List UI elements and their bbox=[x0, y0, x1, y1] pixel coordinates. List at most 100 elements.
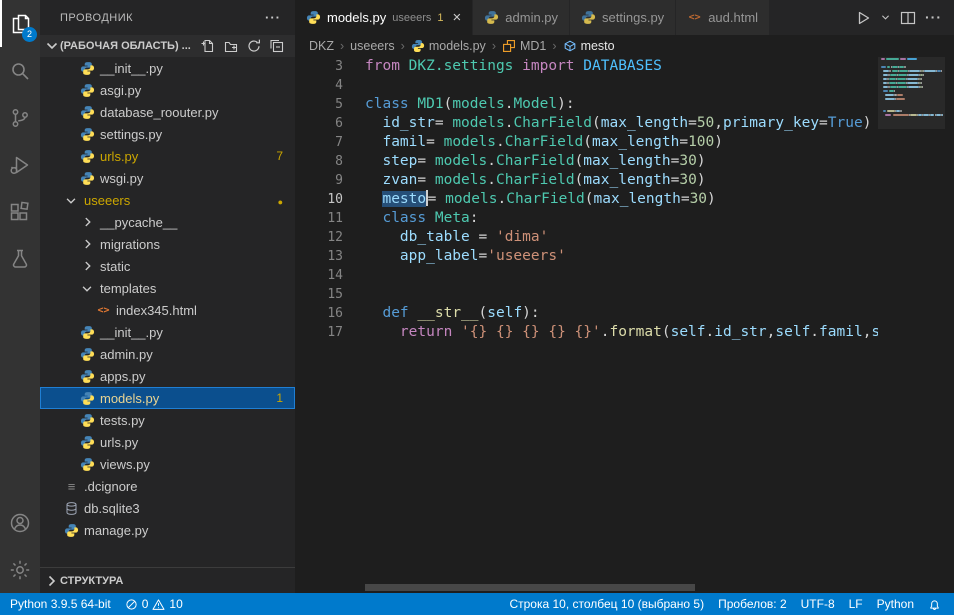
code-line-6[interactable]: 6 id_str= models.CharField(max_length=50… bbox=[295, 114, 878, 133]
tab-label: aud.html bbox=[708, 10, 758, 25]
tree-item-urls-py[interactable]: urls.py bbox=[40, 431, 295, 453]
item-label: __pycache__ bbox=[100, 215, 177, 230]
breadcrumb-mesto[interactable]: mesto bbox=[563, 39, 615, 53]
tree-item-static[interactable]: static bbox=[40, 255, 295, 277]
encoding-status[interactable]: UTF-8 bbox=[794, 593, 842, 615]
tree-item-migrations[interactable]: migrations bbox=[40, 233, 295, 255]
code-line-15[interactable]: 15 bbox=[295, 285, 878, 304]
chevron-right-icon bbox=[44, 573, 60, 589]
workspace-section-header[interactable]: (РАБОЧАЯ ОБЛАСТЬ) ... bbox=[40, 35, 295, 57]
python-interpreter-status[interactable]: Python 3.9.5 64-bit bbox=[0, 593, 118, 615]
code-line-8[interactable]: 8 step= models.CharField(max_length=30) bbox=[295, 152, 878, 171]
error-icon bbox=[125, 598, 138, 611]
split-editor-icon bbox=[900, 10, 916, 26]
code-line-7[interactable]: 7 famil= models.CharField(max_length=100… bbox=[295, 133, 878, 152]
tree-item-dcignore[interactable]: ≡ .dcignore bbox=[40, 475, 295, 497]
breadcrumb-label: useeers bbox=[350, 39, 394, 53]
breadcrumb-md1[interactable]: MD1 bbox=[502, 39, 546, 53]
split-editor-button[interactable] bbox=[900, 10, 916, 26]
notifications-status[interactable] bbox=[921, 593, 948, 615]
problems-indicator[interactable]: 010 bbox=[118, 593, 190, 615]
activity-testing-button[interactable] bbox=[0, 235, 40, 282]
tree-item-templates[interactable]: templates bbox=[40, 277, 295, 299]
tree-item-apps-py[interactable]: apps.py bbox=[40, 365, 295, 387]
code-line-12[interactable]: 12 db_table = 'dima' bbox=[295, 228, 878, 247]
tab-settings-py[interactable]: settings.py bbox=[570, 0, 676, 35]
tree-item-index345-html[interactable]: <>index345.html bbox=[40, 299, 295, 321]
eol-status[interactable]: LF bbox=[842, 593, 870, 615]
tree-item-views-py[interactable]: views.py bbox=[40, 453, 295, 475]
explorer-more-actions-button[interactable]: ··· bbox=[265, 10, 281, 25]
more-actions-button[interactable]: ··· bbox=[925, 9, 942, 27]
code-line-3[interactable]: 3from DKZ.settings import DATABASES bbox=[295, 57, 878, 76]
minimap[interactable] bbox=[878, 57, 945, 593]
activity-account-button[interactable] bbox=[0, 499, 40, 546]
tree-item-useeers[interactable]: useeers● bbox=[40, 189, 295, 211]
item-label: templates bbox=[100, 281, 156, 296]
python-icon bbox=[80, 61, 95, 76]
chevron-down-icon bbox=[80, 281, 95, 296]
tree-item-settings-py[interactable]: settings.py bbox=[40, 123, 295, 145]
close-tab-icon[interactable]: × bbox=[453, 10, 462, 25]
cursor-position-status[interactable]: Строка 10, столбец 10 (выбрано 5) bbox=[499, 593, 711, 615]
code-line-5[interactable]: 5class MD1(models.Model): bbox=[295, 95, 878, 114]
tree-item-urls-py[interactable]: urls.py7 bbox=[40, 145, 295, 167]
tree-item-models-py[interactable]: models.py1 bbox=[40, 387, 295, 409]
code-line-9[interactable]: 9 zvan= models.CharField(max_length=30) bbox=[295, 171, 878, 190]
code-line-14[interactable]: 14 bbox=[295, 266, 878, 285]
tab-admin-py[interactable]: admin.py bbox=[473, 0, 570, 35]
warning-count: 10 bbox=[169, 597, 182, 611]
new-folder-icon[interactable] bbox=[223, 38, 239, 54]
new-file-icon[interactable] bbox=[200, 38, 216, 54]
run-dropdown-button[interactable] bbox=[880, 12, 891, 23]
ignore-icon: ≡ bbox=[64, 479, 79, 494]
refresh-icon[interactable] bbox=[246, 38, 262, 54]
search-icon bbox=[8, 59, 32, 83]
chevron-down-icon bbox=[44, 38, 60, 54]
tab-models-py[interactable]: models.pyuseeers1× bbox=[295, 0, 473, 35]
tree-item-tests-py[interactable]: tests.py bbox=[40, 409, 295, 431]
code-line-16[interactable]: 16 def __str__(self): bbox=[295, 304, 878, 323]
activity-settings-gear-button[interactable] bbox=[0, 546, 40, 593]
python-icon bbox=[80, 413, 95, 428]
tree-item-database-roouter-py[interactable]: database_roouter.py bbox=[40, 101, 295, 123]
symbol-field-icon bbox=[563, 39, 577, 53]
status-label: Строка 10, столбец 10 (выбрано 5) bbox=[509, 597, 704, 611]
code-line-4[interactable]: 4 bbox=[295, 76, 878, 95]
activity-explorer-button[interactable]: 2 bbox=[0, 0, 40, 47]
tree-item-init-py[interactable]: __init__.py bbox=[40, 321, 295, 343]
activity-search-button[interactable] bbox=[0, 47, 40, 94]
indentation-status[interactable]: Пробелов: 2 bbox=[711, 593, 794, 615]
account-icon bbox=[8, 511, 32, 535]
tree-item-wsgi-py[interactable]: wsgi.py bbox=[40, 167, 295, 189]
python-icon bbox=[581, 10, 596, 25]
code-line-11[interactable]: 11 class Meta: bbox=[295, 209, 878, 228]
code-line-13[interactable]: 13 app_label='useeers' bbox=[295, 247, 878, 266]
breadcrumb-dkz[interactable]: DKZ bbox=[309, 39, 334, 53]
tab-aud-html[interactable]: <>aud.html bbox=[676, 0, 770, 35]
language-mode-status[interactable]: Python bbox=[870, 593, 921, 615]
item-label: useeers bbox=[84, 193, 130, 208]
item-label: migrations bbox=[100, 237, 160, 252]
code-line-17[interactable]: 17 return '{} {} {} {} {}'.format(self.i… bbox=[295, 323, 878, 342]
code-editor[interactable]: 3from DKZ.settings import DATABASES45cla… bbox=[295, 57, 954, 593]
item-label: .dcignore bbox=[84, 479, 137, 494]
tree-item-manage-py[interactable]: manage.py bbox=[40, 519, 295, 541]
tree-item-admin-py[interactable]: admin.py bbox=[40, 343, 295, 365]
tree-item-init-py[interactable]: __init__.py bbox=[40, 57, 295, 79]
python-icon bbox=[80, 127, 95, 142]
activity-extensions-button[interactable] bbox=[0, 188, 40, 235]
activity-run-debug-button[interactable] bbox=[0, 141, 40, 188]
activity-source-control-button[interactable] bbox=[0, 94, 40, 141]
tree-item-db-sqlite3[interactable]: db.sqlite3 bbox=[40, 497, 295, 519]
outline-section-header[interactable]: СТРУКТУРА bbox=[40, 567, 295, 593]
code-line-10[interactable]: 10 mesto= models.CharField(max_length=30… bbox=[295, 190, 878, 209]
run-python-file-button[interactable] bbox=[855, 10, 871, 26]
breadcrumb-models-py[interactable]: models.py bbox=[411, 39, 486, 53]
tree-item-pycache[interactable]: __pycache__ bbox=[40, 211, 295, 233]
python-icon bbox=[80, 435, 95, 450]
horizontal-scrollbar[interactable] bbox=[365, 584, 695, 591]
breadcrumb-useeers[interactable]: useeers bbox=[350, 39, 394, 53]
tree-item-asgi-py[interactable]: asgi.py bbox=[40, 79, 295, 101]
collapse-all-icon[interactable] bbox=[269, 38, 285, 54]
